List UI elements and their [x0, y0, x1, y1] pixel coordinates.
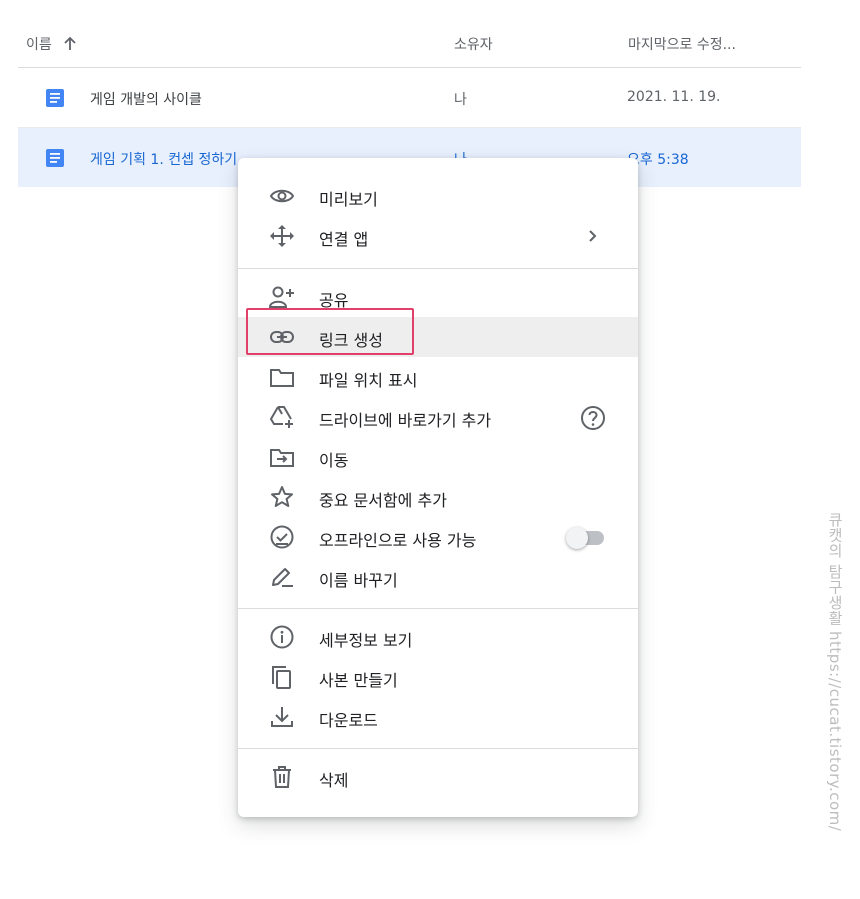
eye-icon	[269, 184, 295, 208]
info-icon	[269, 625, 295, 649]
menu-item-make-a-copy[interactable]: 사본 만들기	[238, 657, 638, 697]
highlight-annotation-box	[246, 308, 414, 355]
download-icon	[269, 705, 295, 729]
file-name[interactable]: 게임 기획 1. 컨셉 정하기	[90, 149, 237, 169]
trash-icon	[269, 765, 295, 789]
menu-item-label: 사본 만들기	[319, 671, 398, 690]
toggle-knob	[566, 527, 588, 549]
rename-pencil-icon	[269, 565, 295, 589]
menu-item-label: 미리보기	[319, 190, 378, 209]
menu-item-label: 다운로드	[319, 711, 378, 730]
help-icon[interactable]	[580, 405, 606, 435]
menu-item-label: 드라이브에 바로가기 추가	[319, 411, 492, 430]
column-header-modified[interactable]: 마지막으로 수정...	[628, 34, 736, 54]
move-arrows-icon	[269, 224, 295, 248]
sort-ascending-arrow-icon[interactable]	[62, 36, 78, 52]
file-modified-date: 2021. 11. 19.	[627, 89, 721, 105]
menu-item-rename[interactable]: 이름 바꾸기	[238, 557, 638, 597]
menu-item-add-to-starred[interactable]: 중요 문서함에 추가	[238, 477, 638, 517]
menu-divider	[238, 268, 638, 269]
menu-item-available-offline[interactable]: 오프라인으로 사용 가능	[238, 517, 638, 557]
column-header-name[interactable]: 이름	[26, 34, 78, 54]
chevron-right-icon	[580, 223, 606, 253]
person-add-icon	[268, 285, 295, 309]
drive-shortcut-icon	[269, 405, 295, 429]
google-doc-icon	[46, 89, 64, 107]
menu-item-remove[interactable]: 삭제	[238, 757, 638, 797]
menu-item-label: 연결 앱	[319, 230, 369, 249]
column-header-owner[interactable]: 소유자	[454, 34, 493, 54]
file-owner: 나	[454, 92, 467, 108]
menu-item-label: 삭제	[319, 771, 349, 790]
menu-item-move[interactable]: 이동	[238, 437, 638, 477]
menu-item-label: 세부정보 보기	[319, 631, 413, 650]
folder-icon	[269, 365, 295, 389]
move-to-folder-icon	[269, 445, 295, 469]
watermark-text: 큐캣의 탐구생활 https://cucat.tistory.com/	[826, 512, 844, 832]
table-row[interactable]: 게임 개발의 사이클 나 2021. 11. 19.	[18, 68, 801, 128]
menu-divider	[238, 748, 638, 749]
menu-item-download[interactable]: 다운로드	[238, 697, 638, 737]
menu-item-show-file-location[interactable]: 파일 위치 표시	[238, 357, 638, 397]
menu-item-view-details[interactable]: 세부정보 보기	[238, 617, 638, 657]
file-name[interactable]: 게임 개발의 사이클	[90, 89, 202, 109]
menu-item-open-with[interactable]: 연결 앱	[238, 216, 638, 256]
google-doc-icon	[46, 149, 64, 167]
context-menu: 미리보기 연결 앱 공유 링크 생성 파일 위치 표시 드라이브에 바로가기 추…	[238, 158, 638, 817]
menu-item-preview[interactable]: 미리보기	[238, 176, 638, 216]
star-icon	[269, 485, 295, 509]
file-list-header: 이름 소유자 마지막으로 수정...	[18, 20, 801, 68]
menu-divider	[238, 608, 638, 609]
menu-item-label: 파일 위치 표시	[319, 371, 418, 390]
menu-item-label: 이동	[319, 451, 349, 470]
offline-toggle[interactable]	[566, 527, 604, 549]
menu-item-label: 오프라인으로 사용 가능	[319, 531, 477, 550]
copy-icon	[269, 665, 295, 689]
menu-item-add-shortcut[interactable]: 드라이브에 바로가기 추가	[238, 397, 638, 437]
offline-check-icon	[269, 525, 295, 549]
menu-item-label: 이름 바꾸기	[319, 571, 398, 590]
menu-item-label: 중요 문서함에 추가	[319, 491, 447, 510]
column-header-name-label: 이름	[26, 37, 52, 53]
